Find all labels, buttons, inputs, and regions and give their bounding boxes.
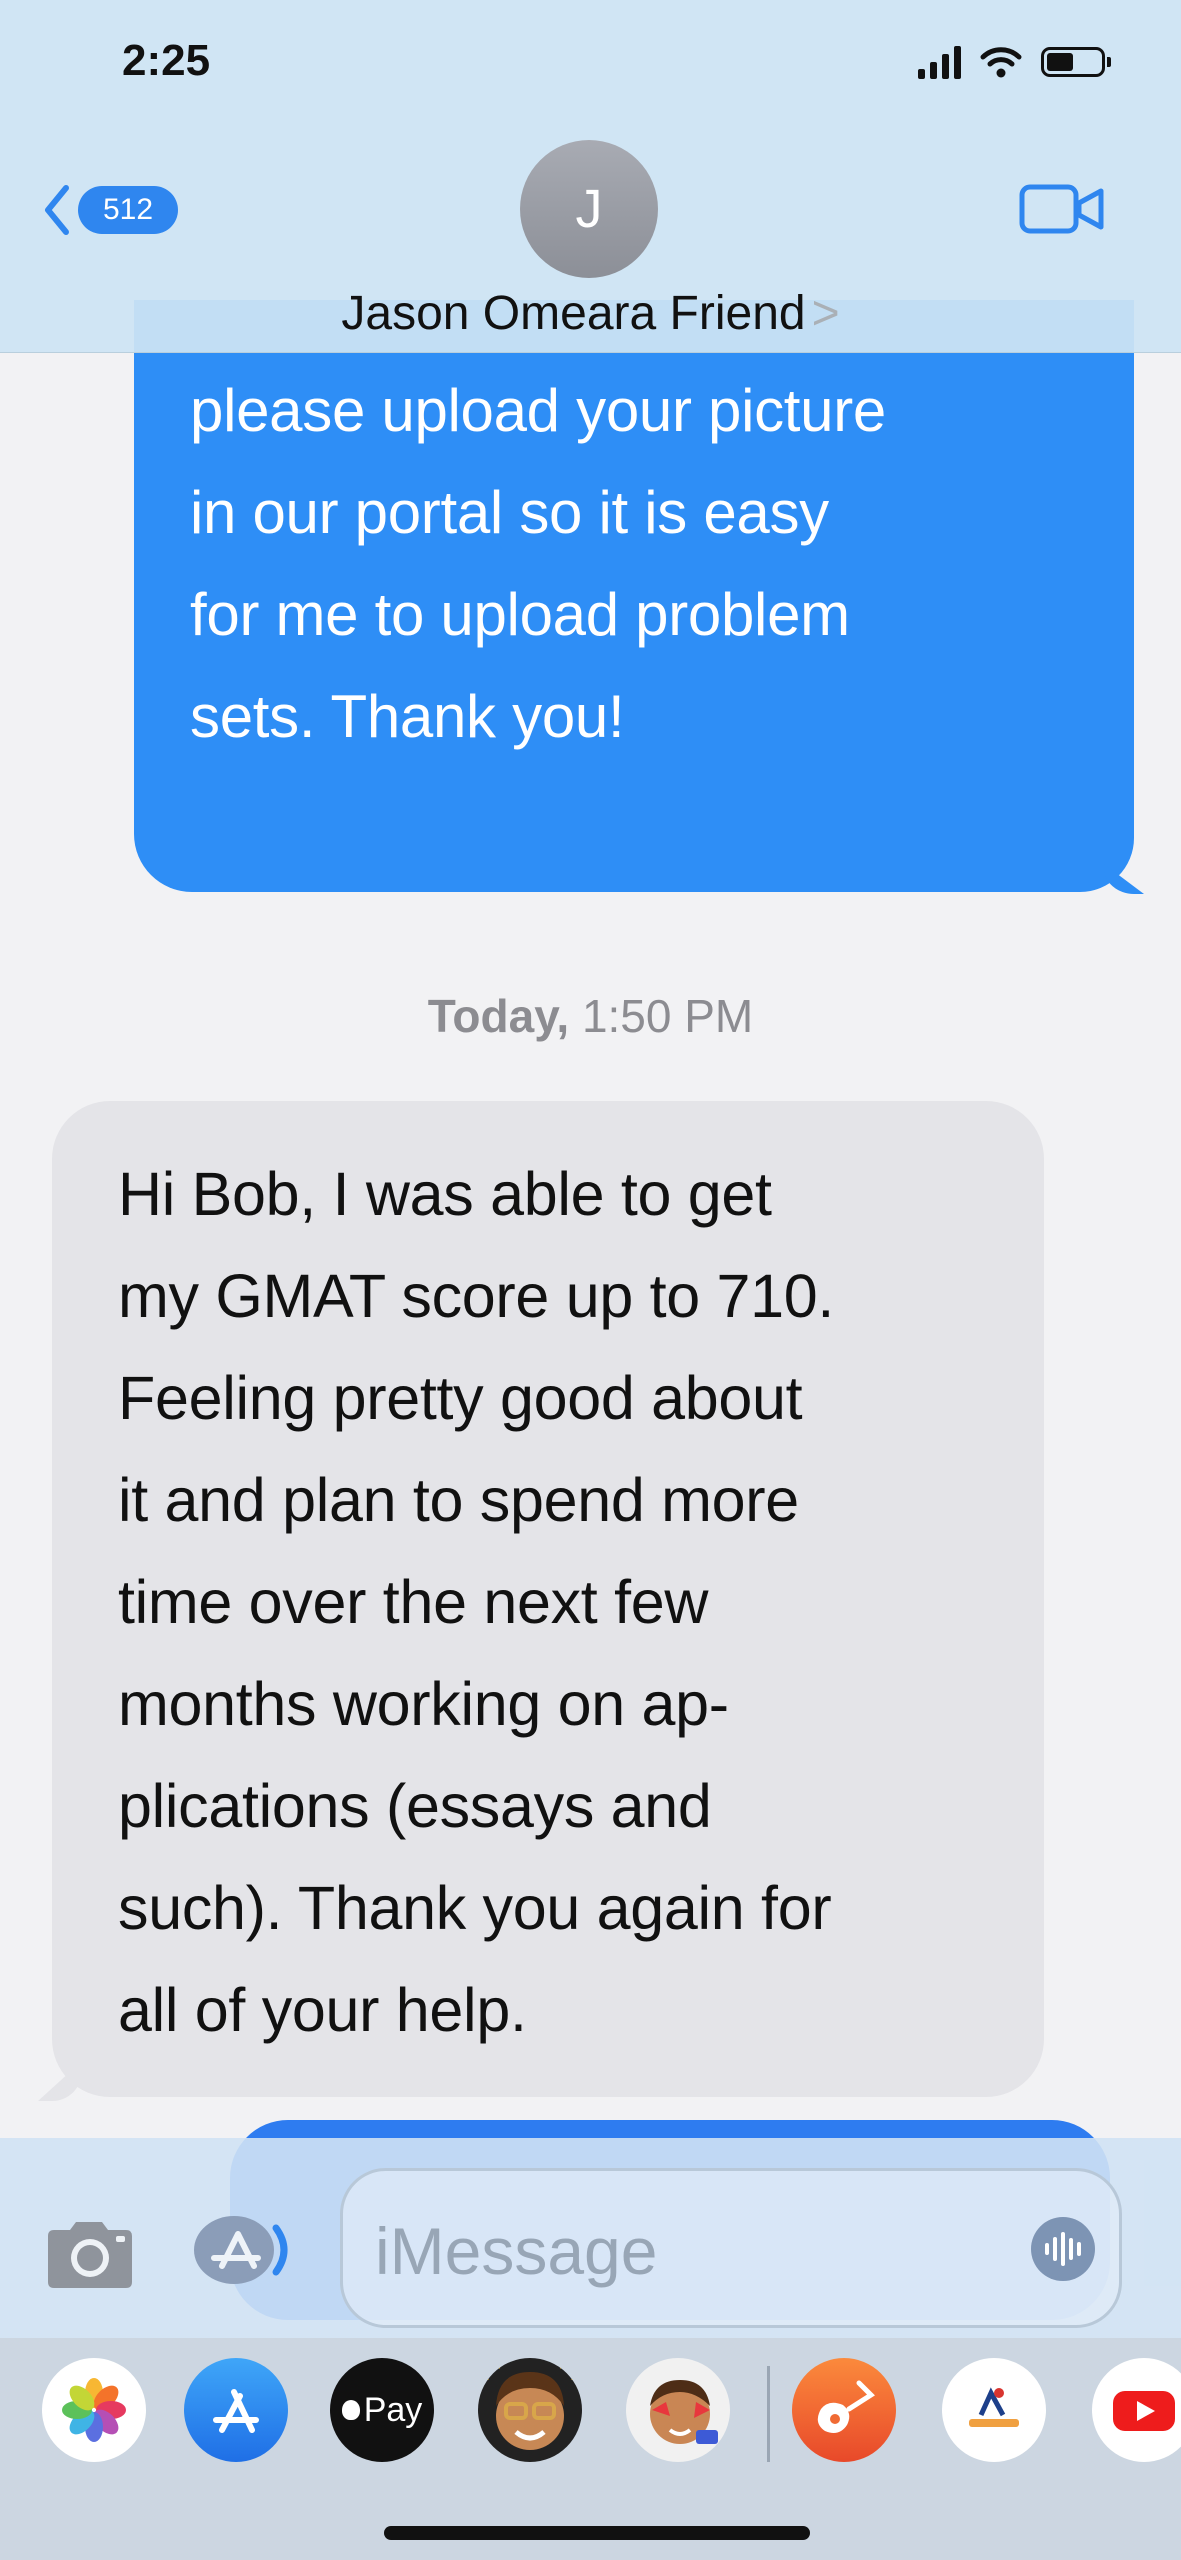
- garageband-icon[interactable]: [792, 2358, 896, 2462]
- contact-name-button[interactable]: Jason Omeara Friend >: [0, 286, 1181, 341]
- contact-name: Jason Omeara Friend: [341, 287, 806, 340]
- web-app-icon[interactable]: [942, 2358, 1046, 2462]
- drawer-divider: [767, 2366, 770, 2462]
- conversation-header: 2:25 512 J Jason Omeara Friend >: [0, 0, 1181, 353]
- youtube-icon[interactable]: [1092, 2358, 1181, 2462]
- received-message-bubble[interactable]: Hi Bob, I was able to get my GMAT score …: [52, 1101, 1044, 2097]
- status-icons: [918, 42, 1111, 82]
- unread-count-badge: 512: [78, 186, 178, 234]
- wifi-icon: [980, 47, 1022, 78]
- youtube-logo-icon: [1113, 2391, 1175, 2431]
- memoji-face-icon: [483, 2363, 577, 2450]
- battery-icon: [1041, 47, 1111, 77]
- messages-screen: please upload your picture in our portal…: [0, 0, 1181, 2560]
- chevron-left-icon: [45, 185, 69, 235]
- home-indicator[interactable]: [384, 2526, 810, 2540]
- app-store-icon[interactable]: [184, 2358, 288, 2462]
- sent-message-bubble[interactable]: please upload your picture in our portal…: [134, 300, 1134, 892]
- status-time: 2:25: [122, 36, 211, 85]
- timestamp-time: 1:50 PM: [581, 990, 754, 1042]
- video-call-icon[interactable]: [1019, 184, 1105, 234]
- memoji-stickers-icon[interactable]: [626, 2358, 730, 2462]
- timestamp-day: Today,: [427, 990, 570, 1042]
- apple-pay-label: Pay: [363, 2390, 423, 2429]
- contact-avatar[interactable]: J: [520, 140, 658, 278]
- chevron-right-icon: >: [811, 287, 840, 340]
- web-app-logo-icon: [969, 2387, 1019, 2427]
- photos-icon[interactable]: [42, 2358, 146, 2462]
- message-timestamp: Today, 1:50 PM: [0, 986, 1181, 1046]
- cellular-signal-icon: [918, 45, 961, 79]
- memoji-sticker-face-icon: [650, 2380, 718, 2444]
- app-store-icon[interactable]: [190, 2212, 302, 2288]
- camera-icon[interactable]: [44, 2218, 136, 2290]
- message-input[interactable]: [373, 2205, 997, 2297]
- back-button[interactable]: 512: [40, 178, 178, 242]
- apple-pay-icon[interactable]: Pay: [330, 2358, 434, 2462]
- app-store-glyph-icon: [213, 2389, 259, 2433]
- dictation-icon[interactable]: [1031, 2217, 1095, 2281]
- compose-bar: [0, 2138, 1181, 2338]
- photos-flower-icon: [62, 2378, 126, 2442]
- apple-logo-icon: [341, 2400, 360, 2420]
- message-field[interactable]: [340, 2168, 1122, 2328]
- guitar-icon: [817, 2380, 875, 2433]
- memoji-icon[interactable]: [478, 2358, 582, 2462]
